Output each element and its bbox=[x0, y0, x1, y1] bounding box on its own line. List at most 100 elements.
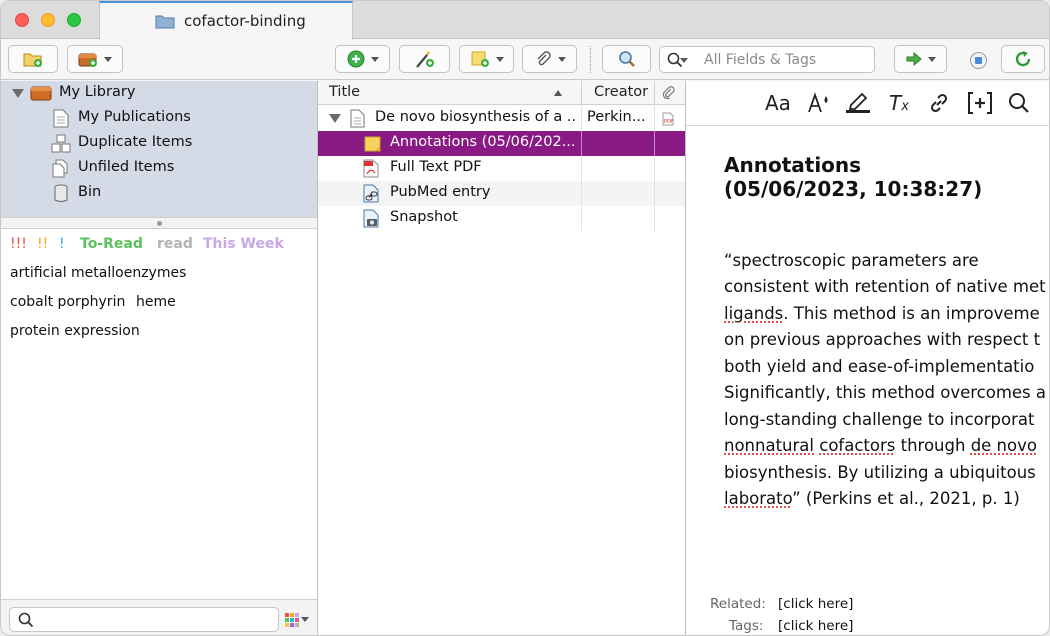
tag-item[interactable]: protein expression bbox=[10, 323, 140, 339]
sidebar-item-my-publications[interactable]: My Publications bbox=[1, 106, 317, 131]
sort-ascending-icon bbox=[554, 90, 562, 96]
pdf-attachment-icon[interactable]: PDF bbox=[662, 112, 674, 126]
cell-separator bbox=[654, 206, 655, 231]
tag-colored-1[interactable]: !!! bbox=[10, 236, 27, 252]
pane-splitter[interactable] bbox=[1, 217, 317, 229]
toolbar-divider bbox=[590, 46, 591, 73]
sync-icon bbox=[1015, 51, 1031, 67]
related-link[interactable]: [click here] bbox=[778, 596, 853, 612]
title-bar: cofactor-binding bbox=[1, 1, 1049, 40]
sync-status-icon bbox=[975, 57, 982, 64]
related-label: Related: bbox=[710, 596, 766, 612]
table-row-pubmed-entry[interactable]: PubMed entry bbox=[318, 181, 685, 206]
note-body[interactable]: “spectroscopic parameters are consistent … bbox=[724, 221, 1049, 566]
trash-icon bbox=[54, 184, 68, 202]
clear-format-icon[interactable]: Tx bbox=[889, 91, 909, 115]
highlight-icon[interactable] bbox=[845, 90, 871, 114]
item-title: Snapshot bbox=[390, 209, 458, 225]
collections-pane: My Library My Publications Duplicate Ite… bbox=[1, 81, 317, 217]
cell-separator bbox=[581, 131, 582, 156]
column-header-title[interactable]: Title bbox=[329, 84, 360, 100]
note-icon bbox=[364, 136, 381, 152]
note-line: consistent with retention of native met bbox=[724, 277, 1046, 296]
colored-tags-icon bbox=[285, 613, 299, 627]
tag-colored-2[interactable]: !! bbox=[37, 236, 48, 252]
tag-item[interactable]: heme bbox=[136, 294, 176, 310]
table-row-full-text-pdf[interactable]: Full Text PDF bbox=[318, 156, 685, 181]
cell-separator bbox=[581, 106, 582, 131]
new-item-button[interactable] bbox=[335, 45, 390, 73]
splitter-handle-icon bbox=[157, 221, 162, 226]
library-tab[interactable]: cofactor-binding bbox=[99, 1, 353, 40]
folder-icon bbox=[155, 15, 175, 29]
chevron-down-icon bbox=[104, 56, 112, 62]
sidebar-item-my-library[interactable]: My Library bbox=[1, 81, 317, 106]
table-row-snapshot[interactable]: Snapshot bbox=[318, 206, 685, 231]
column-header-creator[interactable]: Creator bbox=[594, 84, 648, 100]
disclosure-triangle-icon[interactable] bbox=[329, 114, 341, 123]
search-input[interactable]: All Fields & Tags bbox=[659, 46, 875, 73]
open-in-browser-button[interactable] bbox=[894, 45, 947, 73]
note-heading-line1: Annotations bbox=[724, 153, 862, 177]
sidebar-item-unfiled-items[interactable]: Unfiled Items bbox=[1, 156, 317, 181]
column-separator[interactable] bbox=[581, 81, 582, 105]
sidebar-item-label: My Library bbox=[59, 84, 136, 100]
new-library-button[interactable] bbox=[67, 45, 123, 73]
tag-item[interactable]: cobalt porphyrin bbox=[10, 294, 125, 310]
table-row-annotations[interactable]: Annotations (05/06/202... bbox=[318, 131, 685, 156]
locate-icon bbox=[618, 51, 635, 67]
note-editor: Aa Tx Annotations (05/06/2023, 10:38:27)… bbox=[686, 81, 1049, 635]
locate-button[interactable] bbox=[602, 45, 651, 73]
sidebar-item-duplicate-items[interactable]: Duplicate Items bbox=[1, 131, 317, 156]
items-pane: Title Creator De novo biosynthesis of a … bbox=[318, 81, 685, 635]
tag-item[interactable]: artificial metalloenzymes bbox=[10, 265, 186, 281]
sync-status-button[interactable] bbox=[970, 52, 987, 69]
tag-actions-button[interactable] bbox=[285, 612, 309, 627]
search-mode-chevron-icon[interactable] bbox=[680, 58, 688, 63]
cell-separator bbox=[654, 131, 655, 156]
text-color-icon[interactable] bbox=[807, 92, 831, 114]
text-format-icon[interactable]: Aa bbox=[765, 91, 791, 115]
note-line: both yield and ease-of-implementatio bbox=[724, 356, 1035, 376]
attachment-column-icon[interactable] bbox=[661, 85, 675, 101]
new-note-button[interactable] bbox=[459, 45, 514, 73]
link-icon[interactable] bbox=[927, 91, 951, 115]
new-note-icon bbox=[471, 51, 489, 67]
column-separator[interactable] bbox=[654, 81, 655, 105]
tags-link[interactable]: [click here] bbox=[778, 618, 853, 634]
tag-this-week[interactable]: This Week bbox=[203, 236, 284, 252]
search-placeholder: All Fields & Tags bbox=[704, 52, 817, 68]
sidebar-item-bin[interactable]: Bin bbox=[1, 181, 317, 206]
new-item-icon bbox=[347, 50, 364, 68]
item-creator: Perkin... bbox=[587, 109, 646, 125]
cell-separator bbox=[581, 181, 582, 206]
sidebar-item-label: Bin bbox=[78, 184, 102, 200]
tag-colored-3[interactable]: ! bbox=[59, 236, 65, 252]
new-collection-button[interactable] bbox=[8, 45, 58, 73]
document-icon bbox=[53, 109, 69, 128]
note-heading[interactable]: Annotations (05/06/2023, 10:38:27) bbox=[724, 153, 982, 201]
sync-button[interactable] bbox=[1001, 45, 1045, 73]
zoom-window-button[interactable] bbox=[67, 13, 81, 27]
add-attachment-button[interactable] bbox=[522, 45, 577, 73]
note-line: nonnatural cofactors through de novo bbox=[724, 433, 1049, 460]
misspelled-word: de novo bbox=[970, 436, 1037, 455]
table-row-parent-item[interactable]: De novo biosynthesis of a ... Perkin... … bbox=[318, 106, 685, 131]
find-icon[interactable] bbox=[1008, 92, 1030, 114]
tag-to-read[interactable]: To-Read bbox=[80, 236, 143, 252]
close-window-button[interactable] bbox=[15, 13, 29, 27]
duplicate-icon bbox=[51, 134, 71, 153]
tag-read[interactable]: read bbox=[157, 236, 193, 252]
item-title: Annotations (05/06/202... bbox=[390, 134, 576, 150]
search-icon bbox=[18, 612, 34, 628]
disclosure-triangle-icon[interactable] bbox=[12, 89, 24, 98]
add-by-identifier-button[interactable] bbox=[399, 45, 450, 73]
note-line: on previous approaches with respect t bbox=[724, 330, 1041, 349]
minimize-window-button[interactable] bbox=[41, 13, 55, 27]
sidebar-item-label: Unfiled Items bbox=[78, 159, 175, 175]
tag-filter-input[interactable] bbox=[9, 607, 279, 632]
item-title: Full Text PDF bbox=[390, 159, 482, 175]
insert-citation-icon[interactable] bbox=[967, 91, 993, 115]
cell-separator bbox=[654, 106, 655, 131]
cell-separator bbox=[581, 156, 582, 181]
